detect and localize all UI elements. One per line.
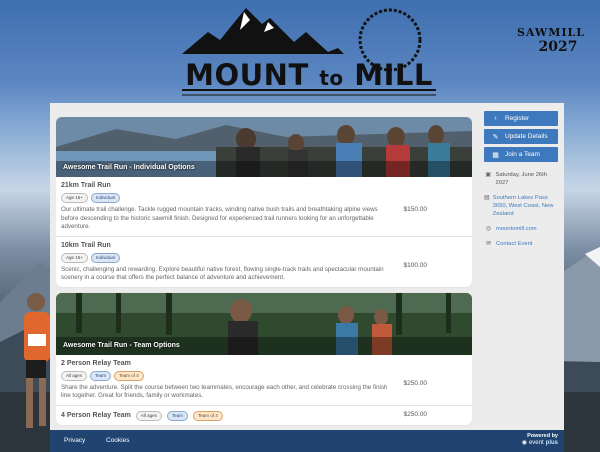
badge-type: Individual (90, 193, 120, 203)
sidebar: › Register ✎ Update Details ▦ Join a Tea… (484, 111, 558, 248)
eventplus-brand-b: plus (545, 439, 558, 446)
badge-team-size: Team of 4 (192, 410, 223, 421)
cookies-link[interactable]: Cookies (106, 437, 129, 444)
footer: Privacy Cookies Powered by ◉ event plus (50, 430, 564, 452)
option-description: Our ultimate trail challenge. Tackle rug… (61, 206, 378, 230)
eventplus-brand-a: event (528, 439, 544, 446)
individual-options-card: Awesome Trail Run - Individual Options 2… (56, 117, 472, 287)
logo-year: 2027 (538, 39, 578, 55)
pencil-icon: ✎ (492, 133, 499, 141)
powered-by-label: Powered by (527, 433, 558, 439)
chevron-right-icon: › (494, 115, 497, 122)
badge-type: Individual (90, 252, 120, 263)
event-website: ◎ mountomill.com (484, 225, 558, 233)
privacy-link[interactable]: Privacy (64, 437, 85, 444)
option-row[interactable]: 4 Person Relay Team All ages Team Team o… (56, 406, 472, 425)
option-name: 10km Trail Run (61, 241, 111, 249)
option-name: 2 Person Relay Team (61, 359, 131, 367)
powered-by[interactable]: Powered by ◉ event plus (522, 433, 558, 446)
badge-age: Age 15+ (61, 193, 88, 203)
option-name: 4 Person Relay Team (61, 412, 131, 419)
update-details-button[interactable]: ✎ Update Details (484, 129, 558, 144)
eventplus-logo: ◉ event plus (521, 439, 558, 447)
option-price: $250.00 (403, 410, 428, 418)
register-button[interactable]: › Register (484, 111, 558, 126)
event-location-link[interactable]: Southern Lakes Pass 3650, West Coast, Ne… (493, 194, 558, 218)
team-options-card: Awesome Trail Run - Team Options 2 Perso… (56, 292, 472, 425)
envelope-icon: ✉ (485, 241, 492, 247)
register-button-label: Register (505, 115, 530, 122)
join-team-button-label: Join a Team (505, 151, 540, 158)
logo-title: MOUNT to MILL (178, 60, 440, 93)
logo-title-to: to (319, 66, 344, 90)
badge-type: Team (90, 370, 112, 381)
eventplus-icon: ◉ (521, 440, 527, 446)
section-title: Awesome Trail Run - Individual Options (63, 164, 195, 171)
option-price: $250.00 (403, 379, 428, 387)
option-description: Scenic, challenging and rewarding. Explo… (61, 265, 384, 282)
option-row[interactable]: 10km Trail Run Age 15+ Individual Scenic… (56, 237, 472, 287)
event-panel: Awesome Trail Run - Individual Options 2… (50, 103, 564, 430)
option-row[interactable]: 21km Trail Run Age 15+ Individual Our ul… (56, 177, 472, 237)
update-details-button-label: Update Details (505, 133, 548, 140)
contact-event-link[interactable]: Contact Event (496, 240, 532, 248)
event-contact: ✉ Contact Event (484, 240, 558, 248)
badge-age: All ages (61, 370, 88, 381)
options-column: Awesome Trail Run - Individual Options 2… (56, 117, 472, 427)
globe-icon: ◎ (485, 226, 492, 232)
section-title: Awesome Trail Run - Team Options (63, 341, 180, 349)
map-icon: ▤ (484, 195, 490, 201)
option-row[interactable]: 2 Person Relay Team All ages Team Team o… (56, 355, 472, 406)
badge-team-size: Team of 4 (114, 370, 144, 381)
option-name: 21km Trail Run (61, 182, 111, 189)
trail-run-hero-image: Awesome Trail Run - Team Options (56, 292, 472, 355)
calendar-icon: ▣ (485, 172, 492, 178)
option-price: $150.00 (403, 206, 428, 214)
option-badges: Age 15+ Individual (61, 193, 467, 203)
option-price: $100.00 (403, 261, 428, 269)
logo-sawmill-text: SAWMILL (516, 26, 586, 39)
logo-title-mount: MOUNT (185, 58, 309, 92)
badge-age: All ages (135, 410, 162, 421)
option-description: Share the adventure. Split the course be… (61, 383, 388, 400)
badge-type: Team (166, 410, 188, 421)
event-date-text: Saturday, June 26th 2027 (495, 172, 547, 186)
trail-run-hero-image: Awesome Trail Run - Individual Options (56, 117, 472, 177)
logo-title-mill: MILL (354, 58, 433, 92)
event-location: ▤ Southern Lakes Pass 3650, West Coast, … (484, 194, 558, 218)
team-icon: ▦ (492, 151, 499, 159)
event-website-link[interactable]: mountomill.com (496, 225, 537, 233)
badge-age: Age 15+ (61, 252, 88, 263)
join-team-button[interactable]: ▦ Join a Team (484, 147, 558, 162)
event-date: ▣ Saturday, June 26th 2027 (484, 171, 558, 187)
event-logo[interactable]: SAWMILL 2027 MOUNT to MILL (178, 2, 584, 98)
